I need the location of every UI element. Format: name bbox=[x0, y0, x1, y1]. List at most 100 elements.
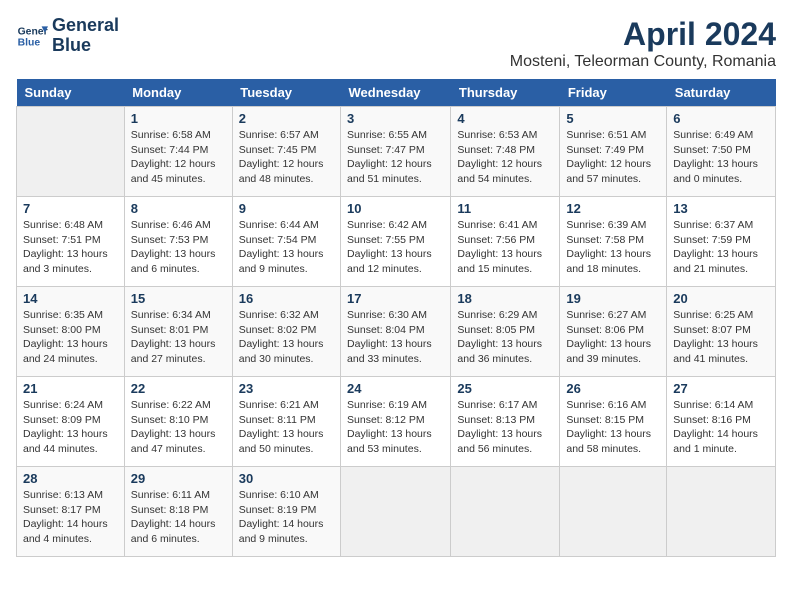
calendar-cell: 6 Sunrise: 6:49 AM Sunset: 7:50 PM Daylig… bbox=[667, 107, 776, 197]
day-info: Sunrise: 6:37 AM Sunset: 7:59 PM Dayligh… bbox=[673, 218, 769, 277]
day-info: Sunrise: 6:44 AM Sunset: 7:54 PM Dayligh… bbox=[239, 218, 334, 277]
weekday-header-row: SundayMondayTuesdayWednesdayThursdayFrid… bbox=[17, 79, 776, 107]
day-info: Sunrise: 6:53 AM Sunset: 7:48 PM Dayligh… bbox=[457, 128, 553, 187]
calendar-cell: 4 Sunrise: 6:53 AM Sunset: 7:48 PM Daylig… bbox=[451, 107, 560, 197]
weekday-header-tuesday: Tuesday bbox=[232, 79, 340, 107]
day-number: 4 bbox=[457, 111, 553, 126]
day-info: Sunrise: 6:46 AM Sunset: 7:53 PM Dayligh… bbox=[131, 218, 226, 277]
day-number: 5 bbox=[566, 111, 660, 126]
calendar-cell: 25Sunrise: 6:17 AM Sunset: 8:13 PM Dayli… bbox=[451, 377, 560, 467]
day-info: Sunrise: 6:58 AM Sunset: 7:44 PM Dayligh… bbox=[131, 128, 226, 187]
title-block: April 2024 Mosteni, Teleorman County, Ro… bbox=[510, 16, 776, 71]
calendar-cell: 30 Sunrise: 6:10 AM Sunset: 8:19 PM Dayli… bbox=[232, 467, 340, 557]
day-info: Sunrise: 6:30 AM Sunset: 8:04 PM Dayligh… bbox=[347, 308, 444, 367]
day-info: Sunrise: 6:42 AM Sunset: 7:55 PM Dayligh… bbox=[347, 218, 444, 277]
calendar-cell: 19Sunrise: 6:27 AM Sunset: 8:06 PM Dayli… bbox=[560, 287, 667, 377]
svg-text:Blue: Blue bbox=[18, 37, 41, 48]
calendar-cell: 16Sunrise: 6:32 AM Sunset: 8:02 PM Dayli… bbox=[232, 287, 340, 377]
day-info: Sunrise: 6:51 AM Sunset: 7:49 PM Dayligh… bbox=[566, 128, 660, 187]
day-number: 17 bbox=[347, 291, 444, 306]
calendar-cell: 15 Sunrise: 6:34 AM Sunset: 8:01 PM Dayli… bbox=[124, 287, 232, 377]
calendar-cell: 13 Sunrise: 6:37 AM Sunset: 7:59 PM Dayli… bbox=[667, 197, 776, 287]
calendar-cell: 3Sunrise: 6:55 AM Sunset: 7:47 PM Daylig… bbox=[341, 107, 451, 197]
week-row-2: 7Sunrise: 6:48 AM Sunset: 7:51 PM Daylig… bbox=[17, 197, 776, 287]
weekday-header-monday: Monday bbox=[124, 79, 232, 107]
day-info: Sunrise: 6:34 AM Sunset: 8:01 PM Dayligh… bbox=[131, 308, 226, 367]
calendar-cell: 5 Sunrise: 6:51 AM Sunset: 7:49 PM Daylig… bbox=[560, 107, 667, 197]
day-info: Sunrise: 6:19 AM Sunset: 8:12 PM Dayligh… bbox=[347, 398, 444, 457]
day-number: 30 bbox=[239, 471, 334, 486]
day-info: Sunrise: 6:27 AM Sunset: 8:06 PM Dayligh… bbox=[566, 308, 660, 367]
day-number: 25 bbox=[457, 381, 553, 396]
day-info: Sunrise: 6:32 AM Sunset: 8:02 PM Dayligh… bbox=[239, 308, 334, 367]
day-number: 24 bbox=[347, 381, 444, 396]
day-info: Sunrise: 6:10 AM Sunset: 8:19 PM Dayligh… bbox=[239, 488, 334, 547]
day-info: Sunrise: 6:57 AM Sunset: 7:45 PM Dayligh… bbox=[239, 128, 334, 187]
day-number: 6 bbox=[673, 111, 769, 126]
calendar-cell: 11Sunrise: 6:41 AM Sunset: 7:56 PM Dayli… bbox=[451, 197, 560, 287]
calendar-cell: 10 Sunrise: 6:42 AM Sunset: 7:55 PM Dayli… bbox=[341, 197, 451, 287]
day-info: Sunrise: 6:35 AM Sunset: 8:00 PM Dayligh… bbox=[23, 308, 118, 367]
month-title: April 2024 bbox=[510, 16, 776, 53]
day-number: 29 bbox=[131, 471, 226, 486]
day-number: 11 bbox=[457, 201, 553, 216]
calendar-cell: 29 Sunrise: 6:11 AM Sunset: 8:18 PM Dayli… bbox=[124, 467, 232, 557]
week-row-3: 14 Sunrise: 6:35 AM Sunset: 8:00 PM Dayli… bbox=[17, 287, 776, 377]
week-row-1: 1 Sunrise: 6:58 AM Sunset: 7:44 PM Daylig… bbox=[17, 107, 776, 197]
day-number: 28 bbox=[23, 471, 118, 486]
calendar-cell: 17 Sunrise: 6:30 AM Sunset: 8:04 PM Dayli… bbox=[341, 287, 451, 377]
calendar-cell: 8Sunrise: 6:46 AM Sunset: 7:53 PM Daylig… bbox=[124, 197, 232, 287]
calendar-cell: 24 Sunrise: 6:19 AM Sunset: 8:12 PM Dayli… bbox=[341, 377, 451, 467]
weekday-header-friday: Friday bbox=[560, 79, 667, 107]
day-number: 14 bbox=[23, 291, 118, 306]
calendar-cell bbox=[560, 467, 667, 557]
weekday-header-wednesday: Wednesday bbox=[341, 79, 451, 107]
day-info: Sunrise: 6:14 AM Sunset: 8:16 PM Dayligh… bbox=[673, 398, 769, 457]
day-number: 18 bbox=[457, 291, 553, 306]
day-number: 21 bbox=[23, 381, 118, 396]
logo-icon: General Blue bbox=[16, 20, 48, 52]
day-number: 22 bbox=[131, 381, 226, 396]
day-info: Sunrise: 6:49 AM Sunset: 7:50 PM Dayligh… bbox=[673, 128, 769, 187]
calendar-cell: 23 Sunrise: 6:21 AM Sunset: 8:11 PM Dayli… bbox=[232, 377, 340, 467]
location: Mosteni, Teleorman County, Romania bbox=[510, 53, 776, 71]
day-number: 1 bbox=[131, 111, 226, 126]
day-number: 12 bbox=[566, 201, 660, 216]
weekday-header-saturday: Saturday bbox=[667, 79, 776, 107]
day-number: 27 bbox=[673, 381, 769, 396]
calendar-cell: 7Sunrise: 6:48 AM Sunset: 7:51 PM Daylig… bbox=[17, 197, 125, 287]
page-header: General Blue General Blue April 2024 Mos… bbox=[16, 16, 776, 71]
day-number: 23 bbox=[239, 381, 334, 396]
day-number: 20 bbox=[673, 291, 769, 306]
day-info: Sunrise: 6:13 AM Sunset: 8:17 PM Dayligh… bbox=[23, 488, 118, 547]
week-row-5: 28 Sunrise: 6:13 AM Sunset: 8:17 PM Dayli… bbox=[17, 467, 776, 557]
day-number: 2 bbox=[239, 111, 334, 126]
calendar-cell: 21 Sunrise: 6:24 AM Sunset: 8:09 PM Dayli… bbox=[17, 377, 125, 467]
calendar-cell: 20Sunrise: 6:25 AM Sunset: 8:07 PM Dayli… bbox=[667, 287, 776, 377]
week-row-4: 21 Sunrise: 6:24 AM Sunset: 8:09 PM Dayli… bbox=[17, 377, 776, 467]
weekday-header-thursday: Thursday bbox=[451, 79, 560, 107]
day-number: 15 bbox=[131, 291, 226, 306]
day-info: Sunrise: 6:39 AM Sunset: 7:58 PM Dayligh… bbox=[566, 218, 660, 277]
day-info: Sunrise: 6:22 AM Sunset: 8:10 PM Dayligh… bbox=[131, 398, 226, 457]
logo: General Blue General Blue bbox=[16, 16, 119, 56]
calendar-cell: 22 Sunrise: 6:22 AM Sunset: 8:10 PM Dayli… bbox=[124, 377, 232, 467]
day-number: 10 bbox=[347, 201, 444, 216]
day-info: Sunrise: 6:48 AM Sunset: 7:51 PM Dayligh… bbox=[23, 218, 118, 277]
calendar-cell: 14 Sunrise: 6:35 AM Sunset: 8:00 PM Dayli… bbox=[17, 287, 125, 377]
calendar-cell: 2 Sunrise: 6:57 AM Sunset: 7:45 PM Daylig… bbox=[232, 107, 340, 197]
day-info: Sunrise: 6:21 AM Sunset: 8:11 PM Dayligh… bbox=[239, 398, 334, 457]
calendar-cell: 9Sunrise: 6:44 AM Sunset: 7:54 PM Daylig… bbox=[232, 197, 340, 287]
day-info: Sunrise: 6:24 AM Sunset: 8:09 PM Dayligh… bbox=[23, 398, 118, 457]
day-info: Sunrise: 6:11 AM Sunset: 8:18 PM Dayligh… bbox=[131, 488, 226, 547]
day-number: 3 bbox=[347, 111, 444, 126]
calendar-cell: 26Sunrise: 6:16 AM Sunset: 8:15 PM Dayli… bbox=[560, 377, 667, 467]
calendar-cell: 12 Sunrise: 6:39 AM Sunset: 7:58 PM Dayli… bbox=[560, 197, 667, 287]
logo-text: General Blue bbox=[52, 16, 119, 56]
calendar-table: SundayMondayTuesdayWednesdayThursdayFrid… bbox=[16, 79, 776, 557]
calendar-cell bbox=[341, 467, 451, 557]
day-number: 13 bbox=[673, 201, 769, 216]
day-info: Sunrise: 6:29 AM Sunset: 8:05 PM Dayligh… bbox=[457, 308, 553, 367]
weekday-header-sunday: Sunday bbox=[17, 79, 125, 107]
calendar-cell bbox=[451, 467, 560, 557]
